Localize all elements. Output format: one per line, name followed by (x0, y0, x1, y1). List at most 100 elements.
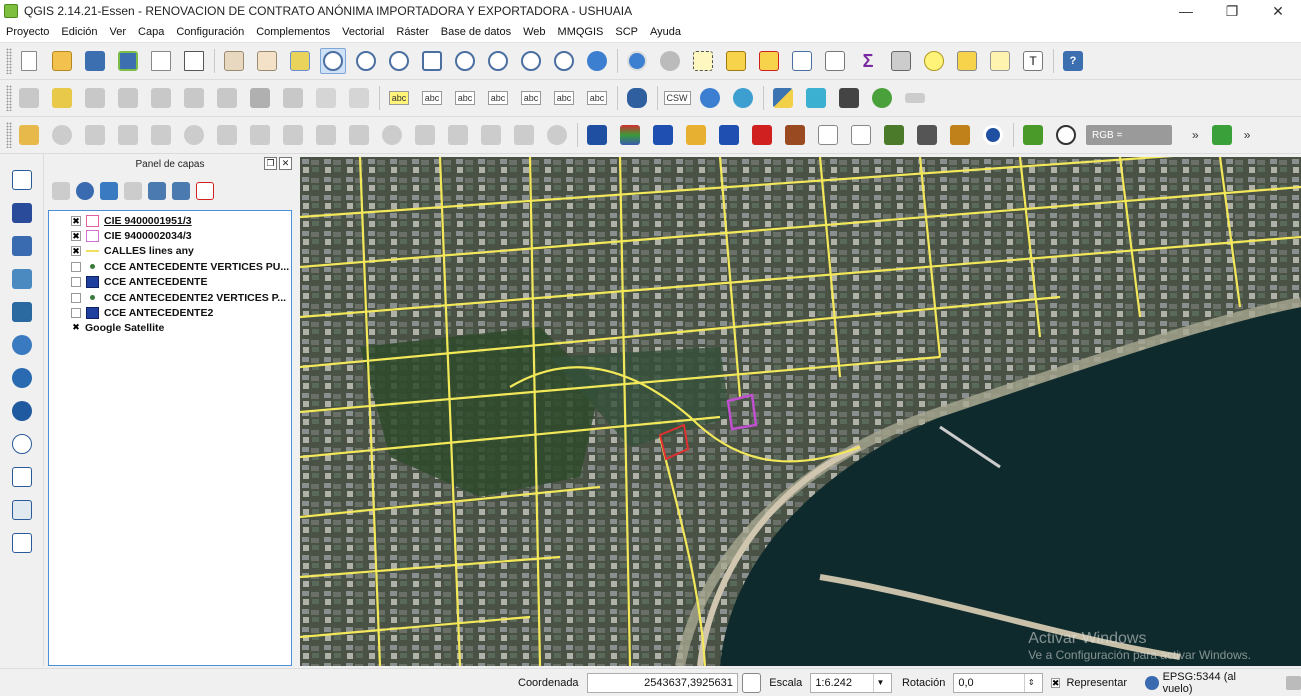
menu-configuracion[interactable]: Configuración (170, 26, 250, 38)
layer-checkbox[interactable]: ✖ (71, 231, 81, 242)
save-as-button[interactable] (115, 48, 141, 74)
add-mssql-layer-button[interactable] (8, 298, 36, 326)
menu-complementos[interactable]: Complementos (250, 26, 336, 38)
scale-combo[interactable]: 1:6.242 ▼ (810, 672, 892, 693)
delete-part-button[interactable] (313, 122, 339, 148)
binoculars-button[interactable] (836, 85, 862, 111)
menu-base-de-datos[interactable]: Base de datos (435, 26, 517, 38)
layer-row-cce-antecedente[interactable]: CCE ANTECEDENTE (49, 275, 291, 290)
roi-button[interactable] (1020, 122, 1046, 148)
layer-checkbox[interactable] (71, 277, 81, 288)
band-calc-button[interactable] (782, 122, 808, 148)
minimize-button[interactable]: — (1163, 0, 1209, 22)
pin-labels-button[interactable]: abc (452, 85, 478, 111)
zoom-to-layer-button[interactable] (485, 48, 511, 74)
layer-checkbox[interactable] (71, 292, 81, 303)
new-print-composer-button[interactable] (148, 48, 174, 74)
layer-checkbox[interactable] (71, 261, 81, 272)
select-by-expression-button[interactable] (723, 48, 749, 74)
help-button[interactable]: ? (1060, 48, 1086, 74)
map-tips-button[interactable] (921, 48, 947, 74)
redo-button[interactable] (115, 122, 141, 148)
panel-close-button[interactable]: ✕ (279, 157, 292, 170)
spectral-plot-button[interactable] (815, 122, 841, 148)
label-diagram-button[interactable]: abc (419, 85, 445, 111)
add-spatialite-layer-button[interactable] (8, 265, 36, 293)
rotate-label-button[interactable]: abc (551, 85, 577, 111)
rotate-symbols-button[interactable] (544, 122, 570, 148)
download-button[interactable] (650, 122, 676, 148)
new-shapefile-button[interactable] (8, 529, 36, 557)
menu-edicion[interactable]: Edición (55, 26, 103, 38)
toolbar-overflow-button-2[interactable]: » (1244, 128, 1251, 142)
layer-row-cce-vertices[interactable]: CCE ANTECEDENTE VERTICES PU... (49, 259, 291, 274)
open-project-button[interactable] (49, 48, 75, 74)
zoom-in-button[interactable] (320, 48, 346, 74)
layers-stack-button[interactable] (617, 122, 643, 148)
zoom-next-button[interactable] (551, 48, 577, 74)
add-oracle-layer-button[interactable] (8, 331, 36, 359)
delete-selected-button[interactable] (247, 85, 273, 111)
render-checkbox[interactable]: ✖ (1050, 677, 1061, 688)
pan-map-button[interactable] (254, 48, 280, 74)
menu-vectorial[interactable]: Vectorial (336, 26, 390, 38)
coordinate-field[interactable]: 2543637,3925631 (586, 672, 738, 693)
db-manager-button[interactable] (624, 85, 650, 111)
menu-ver[interactable]: Ver (104, 26, 133, 38)
text-annotation-button[interactable]: T (1020, 48, 1046, 74)
web-search-2-button[interactable] (730, 85, 756, 111)
scp-button[interactable] (584, 122, 610, 148)
menu-web[interactable]: Web (517, 26, 551, 38)
export-button[interactable] (749, 122, 775, 148)
save-project-button[interactable] (82, 48, 108, 74)
add-postgis-layer-button[interactable] (8, 232, 36, 260)
map-canvas[interactable]: Activar Windows Ve a Configuración para … (300, 157, 1301, 666)
menu-capa[interactable]: Capa (132, 26, 170, 38)
classification-button[interactable] (881, 122, 907, 148)
new-project-button[interactable] (16, 48, 42, 74)
layer-checkbox[interactable] (71, 308, 81, 319)
simplify-button[interactable] (148, 122, 174, 148)
show-bookmarks-button[interactable] (987, 48, 1013, 74)
refresh-button[interactable] (584, 48, 610, 74)
select-features-button[interactable] (690, 48, 716, 74)
messages-icon[interactable] (1285, 675, 1301, 690)
crs-globe-icon[interactable] (1145, 675, 1159, 690)
rotation-spinbox[interactable]: 0,0 ⇕ (953, 672, 1043, 693)
add-feature-button[interactable] (115, 85, 141, 111)
plugin-wave-button[interactable] (803, 85, 829, 111)
add-vector-layer-button[interactable] (8, 166, 36, 194)
digitize-button[interactable] (16, 122, 42, 148)
eye-icon[interactable] (76, 182, 94, 200)
zoom-roi-button[interactable] (1053, 122, 1079, 148)
toolbar-overflow-button[interactable]: » (1192, 128, 1199, 142)
add-virtual-layer-button[interactable] (8, 496, 36, 524)
zoom-out-button[interactable] (353, 48, 379, 74)
reshape-button[interactable] (346, 122, 372, 148)
node-tool-button[interactable] (181, 85, 207, 111)
tools-button[interactable] (914, 122, 940, 148)
settings-button[interactable] (980, 122, 1006, 148)
toggle-plugin-button[interactable] (902, 85, 928, 111)
web-search-button[interactable] (697, 85, 723, 111)
toolbar-grip[interactable] (6, 85, 12, 111)
merge-attributes-button[interactable] (511, 122, 537, 148)
cut-features-button[interactable] (280, 85, 306, 111)
zoom-full-button[interactable] (419, 48, 445, 74)
merge-features-button[interactable] (478, 122, 504, 148)
add-delimited-text-button[interactable] (8, 463, 36, 491)
layer-checkbox[interactable]: ✖ (71, 246, 81, 257)
menu-scp[interactable]: SCP (609, 26, 644, 38)
layer-row-cie-2034[interactable]: ✖ CIE 9400002034/3 (49, 228, 291, 243)
offset-curve-button[interactable] (379, 122, 405, 148)
toolbar-grip[interactable] (6, 48, 12, 74)
expand-all-icon[interactable] (148, 182, 166, 200)
measure-button[interactable] (888, 48, 914, 74)
filter-icon[interactable] (100, 182, 118, 200)
import-button[interactable] (716, 122, 742, 148)
add-wcs-layer-button[interactable] (8, 397, 36, 425)
add-raster-layer-button[interactable] (8, 199, 36, 227)
identify-features-button[interactable] (624, 48, 650, 74)
close-button[interactable]: ✕ (1255, 0, 1301, 22)
panel-float-button[interactable]: ❐ (264, 157, 277, 170)
